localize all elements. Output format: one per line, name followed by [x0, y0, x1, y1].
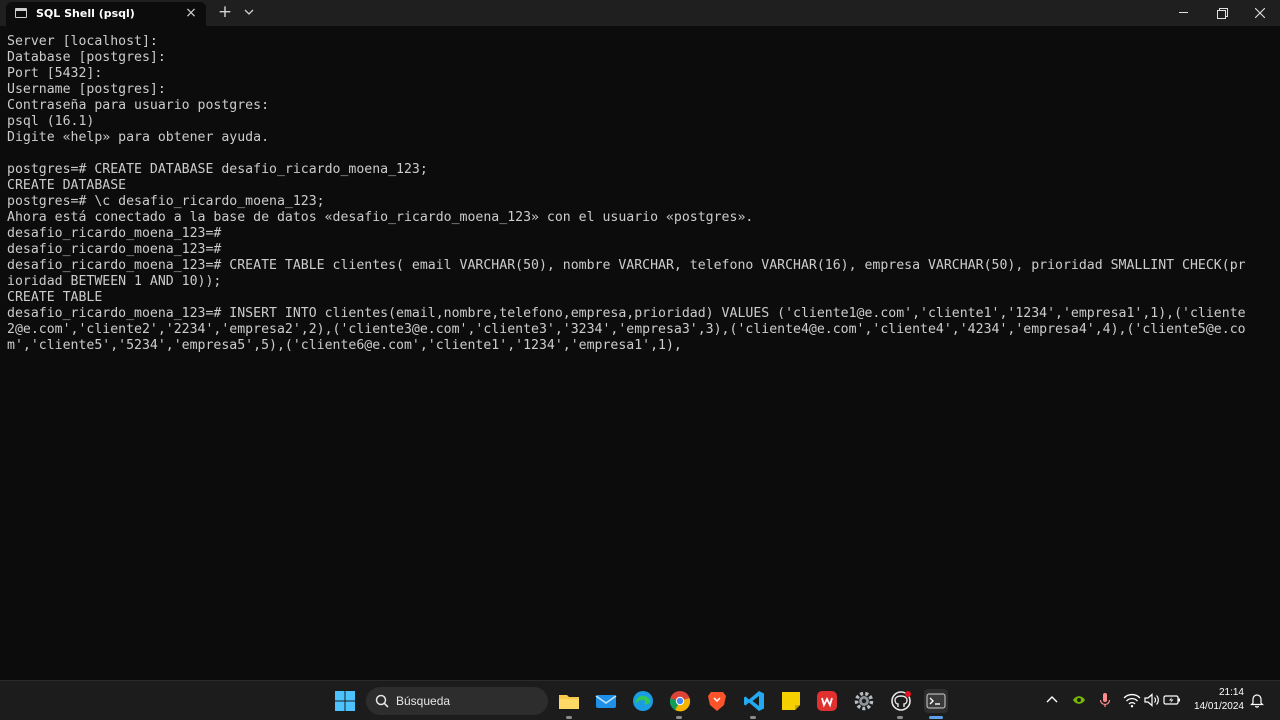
notification-bell-icon [1250, 694, 1264, 708]
wifi-icon [1123, 693, 1141, 708]
battery-icon [1163, 695, 1180, 705]
edge-browser-icon [633, 691, 653, 711]
tray-wifi[interactable] [1123, 692, 1141, 708]
tray-volume[interactable] [1143, 692, 1161, 708]
taskbar-chrome[interactable] [669, 690, 691, 712]
terminal-line: postgres=# CREATE DATABASE desafio_ricar… [7, 162, 428, 177]
clock-time[interactable]: 21:14 [1186, 687, 1244, 698]
terminal-lines: Server [localhost]: Database [postgres]: P… [7, 34, 1246, 354]
tray-microphone[interactable] [1097, 692, 1113, 708]
terminal-line: Digite «help» para obtener ayuda. [7, 130, 270, 145]
terminal-output[interactable]: Server [localhost]: Database [postgres]: P… [0, 26, 1280, 680]
terminal-line: ioridad BETWEEN 1 AND 10)); [7, 274, 222, 289]
search-icon [375, 694, 389, 708]
terminal-line: desafio_ricardo_moena_123=# INSERT INTO … [7, 306, 1246, 321]
terminal-line: m','cliente5','5234','empresa5',5),('cli… [7, 338, 682, 353]
chevron-up-icon [1046, 696, 1058, 703]
tray-battery[interactable] [1163, 692, 1181, 708]
title-bar: SQL Shell (psql) × + [0, 0, 1280, 26]
search-placeholder: Búsqueda [396, 694, 451, 708]
taskbar-edge[interactable] [632, 690, 654, 712]
microphone-icon [1099, 693, 1111, 707]
chrome-browser-icon [669, 691, 691, 712]
windows-start-button[interactable] [334, 690, 356, 712]
new-tab-button[interactable]: + [216, 3, 234, 21]
tab-title: SQL Shell (psql) [36, 7, 135, 20]
tray-nvidia[interactable] [1071, 692, 1087, 708]
taskbar: Búsqueda 21:14 14/01/2024 [0, 680, 1280, 720]
taskbar-github[interactable] [890, 690, 912, 712]
brave-browser-icon [708, 692, 726, 711]
minimize-button[interactable] [1164, 0, 1204, 26]
app-red-icon [817, 691, 837, 711]
volume-icon [1144, 693, 1159, 707]
close-icon [1255, 8, 1265, 18]
terminal-line: psql (16.1) [7, 114, 95, 129]
terminal-line: CREATE TABLE [7, 290, 103, 305]
vscode-icon [744, 691, 764, 711]
maximize-button[interactable] [1202, 0, 1242, 26]
tab-close-button[interactable]: × [183, 4, 199, 22]
github-icon [891, 691, 911, 711]
terminal-line: desafio_ricardo_moena_123=# [7, 242, 222, 257]
taskbar-settings[interactable] [853, 690, 875, 712]
terminal-line: CREATE DATABASE [7, 178, 127, 193]
taskbar-search[interactable]: Búsqueda [366, 687, 548, 715]
terminal-icon [926, 693, 946, 709]
running-indicator [897, 716, 903, 719]
taskbar-sticky-notes[interactable] [780, 690, 802, 712]
terminal-line: postgres=# \c desafio_ricardo_moena_123; [7, 194, 325, 209]
tab-dropdown-button[interactable] [241, 3, 257, 21]
taskbar-red-app[interactable] [816, 690, 838, 712]
notifications-button[interactable] [1249, 692, 1265, 708]
terminal-line: desafio_ricardo_moena_123=# CREATE TABLE… [7, 258, 1246, 273]
terminal-line: Contraseña para usuario postgres: [7, 98, 270, 113]
active-app-indicator [929, 716, 943, 719]
taskbar-brave[interactable] [706, 690, 728, 712]
running-indicator [566, 716, 572, 719]
tab-sql-shell[interactable]: SQL Shell (psql) × [6, 2, 206, 26]
terminal-line: 2@e.com','cliente2','2234','empresa2',2)… [7, 322, 1246, 337]
terminal-line: Database [postgres]: [7, 50, 166, 65]
terminal-line: Port [5432]: [7, 66, 103, 81]
sticky-notes-icon [782, 692, 800, 710]
taskbar-file-explorer[interactable] [558, 690, 580, 712]
chevron-down-icon [244, 9, 254, 15]
terminal-line: desafio_ricardo_moena_123=# [7, 226, 222, 241]
clock-date[interactable]: 14/01/2024 [1186, 701, 1244, 712]
terminal-app-icon [15, 8, 27, 18]
taskbar-mail[interactable] [595, 690, 617, 712]
taskbar-terminal[interactable] [924, 689, 948, 713]
mail-icon [595, 695, 617, 708]
windows-start-icon [335, 691, 355, 711]
tray-overflow-button[interactable] [1044, 692, 1060, 708]
running-indicator [750, 716, 756, 719]
taskbar-vscode[interactable] [743, 690, 765, 712]
close-window-button[interactable] [1240, 0, 1280, 26]
terminal-line: Server [localhost]: [7, 34, 158, 49]
nvidia-icon [1073, 696, 1085, 704]
file-explorer-icon [559, 695, 579, 709]
running-indicator [676, 716, 682, 719]
settings-icon [854, 691, 874, 711]
terminal-line: Username [postgres]: [7, 82, 166, 97]
terminal-line: Ahora está conectado a la base de datos … [7, 210, 754, 225]
